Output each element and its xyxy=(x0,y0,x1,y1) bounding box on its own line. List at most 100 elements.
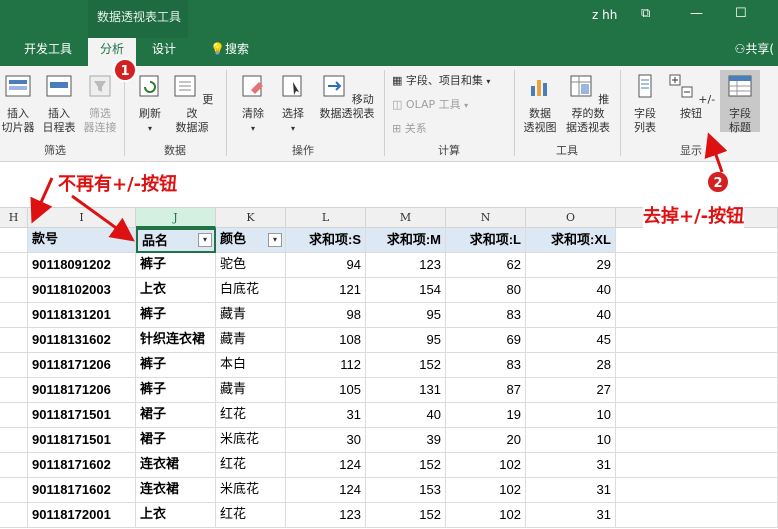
cell-sum-xl[interactable]: 27 xyxy=(526,378,616,403)
clear-button[interactable]: 清除 ▾ xyxy=(236,72,270,136)
empty-cell[interactable] xyxy=(616,378,778,403)
select-button[interactable]: 选择 ▾ xyxy=(276,72,310,136)
cell-kuanhao[interactable]: 90118091202 xyxy=(28,253,136,278)
tab-search[interactable]: 💡搜索 xyxy=(198,38,261,66)
column-header-o[interactable]: O xyxy=(526,208,616,228)
column-header-n[interactable]: N xyxy=(446,208,526,228)
cell-sum-l[interactable]: 19 xyxy=(446,403,526,428)
field-headers-toggle[interactable]: 字段 标题 xyxy=(720,70,760,134)
cell-kuanhao[interactable]: 90118171206 xyxy=(28,353,136,378)
empty-cell[interactable] xyxy=(0,478,28,503)
cell-sum-xl[interactable]: 31 xyxy=(526,453,616,478)
cell-sum-l[interactable]: 102 xyxy=(446,503,526,528)
minimize-button[interactable]: — xyxy=(690,6,703,21)
cell-sum-l[interactable]: 80 xyxy=(446,278,526,303)
pivot-chart-button[interactable]: 数据 透视图 xyxy=(520,72,560,135)
empty-cell[interactable] xyxy=(0,453,28,478)
user-name[interactable]: z hh xyxy=(592,8,617,22)
cell-kuanhao[interactable]: 90118131602 xyxy=(28,328,136,353)
cell-sum-l[interactable]: 83 xyxy=(446,353,526,378)
header-sum-xl[interactable]: 求和项:XL xyxy=(526,228,616,253)
pinming-filter-dropdown-icon[interactable]: ▾ xyxy=(198,233,212,247)
cell-yanse[interactable]: 藏青 xyxy=(216,303,286,328)
cell-pinming[interactable]: 连衣裙 xyxy=(136,478,216,503)
cell-yanse[interactable]: 米底花 xyxy=(216,428,286,453)
cell-sum-xl[interactable]: 45 xyxy=(526,328,616,353)
cell-pinming[interactable]: 裙子 xyxy=(136,428,216,453)
maximize-button[interactable]: ☐ xyxy=(735,6,747,21)
cell-sum-l[interactable]: 102 xyxy=(446,478,526,503)
empty-cell[interactable] xyxy=(0,428,28,453)
empty-cell[interactable] xyxy=(616,478,778,503)
empty-cell[interactable] xyxy=(616,428,778,453)
cell-kuanhao[interactable]: 90118171501 xyxy=(28,403,136,428)
cell-sum-m[interactable]: 40 xyxy=(366,403,446,428)
empty-cell[interactable] xyxy=(0,228,28,253)
column-header-i[interactable]: I xyxy=(28,208,136,228)
header-sum-m[interactable]: 求和项:M xyxy=(366,228,446,253)
column-header-m[interactable]: M xyxy=(366,208,446,228)
change-source-button[interactable]: 更改 数据源 xyxy=(170,72,214,135)
cell-kuanhao[interactable]: 90118131201 xyxy=(28,303,136,328)
cell-sum-xl[interactable]: 28 xyxy=(526,353,616,378)
cell-sum-xl[interactable]: 10 xyxy=(526,428,616,453)
empty-cell[interactable] xyxy=(0,303,28,328)
empty-cell[interactable] xyxy=(616,353,778,378)
cell-sum-s[interactable]: 123 xyxy=(286,503,366,528)
yanse-filter-dropdown-icon[interactable]: ▾ xyxy=(268,233,282,247)
restore-ribbon-icon[interactable]: ⧉ xyxy=(641,6,650,21)
column-header-l[interactable]: L xyxy=(286,208,366,228)
field-list-button[interactable]: 字段 列表 xyxy=(628,72,662,135)
column-header-h[interactable]: H xyxy=(0,208,28,228)
cell-sum-s[interactable]: 121 xyxy=(286,278,366,303)
empty-cell[interactable] xyxy=(616,278,778,303)
move-pivot-button[interactable]: 移动 数据透视表 xyxy=(314,72,380,121)
insert-slicer-button[interactable]: 插入 切片器 xyxy=(0,72,36,135)
cell-kuanhao[interactable]: 90118171206 xyxy=(28,378,136,403)
empty-cell[interactable] xyxy=(0,378,28,403)
cell-sum-l[interactable]: 102 xyxy=(446,453,526,478)
empty-cell[interactable] xyxy=(616,228,778,253)
cell-yanse[interactable]: 白底花 xyxy=(216,278,286,303)
empty-cell[interactable] xyxy=(616,503,778,528)
cell-pinming[interactable]: 裤子 xyxy=(136,303,216,328)
cell-sum-s[interactable]: 105 xyxy=(286,378,366,403)
fields-items-sets-button[interactable]: ▦ 字段、项目和集 ▾ xyxy=(392,72,490,88)
cell-yanse[interactable]: 藏青 xyxy=(216,328,286,353)
cell-sum-m[interactable]: 152 xyxy=(366,503,446,528)
cell-sum-xl[interactable]: 40 xyxy=(526,303,616,328)
cell-yanse[interactable]: 红花 xyxy=(216,403,286,428)
olap-tools-button[interactable]: ◫ OLAP 工具 ▾ xyxy=(392,96,468,112)
cell-yanse[interactable]: 红花 xyxy=(216,503,286,528)
share-button[interactable]: ⚇共享( xyxy=(735,38,778,60)
cell-sum-xl[interactable]: 10 xyxy=(526,403,616,428)
cell-sum-m[interactable]: 153 xyxy=(366,478,446,503)
cell-kuanhao[interactable]: 90118171602 xyxy=(28,453,136,478)
empty-cell[interactable] xyxy=(0,328,28,353)
recommended-pivot-button[interactable]: 推荐的数 据透视表 xyxy=(562,72,614,135)
plus-minus-buttons-toggle[interactable]: +/- 按钮 xyxy=(666,72,716,121)
cell-sum-l[interactable]: 20 xyxy=(446,428,526,453)
empty-cell[interactable] xyxy=(0,403,28,428)
cell-sum-xl[interactable]: 29 xyxy=(526,253,616,278)
cell-sum-xl[interactable]: 31 xyxy=(526,478,616,503)
header-kuanhao[interactable]: 款号 xyxy=(28,228,136,253)
empty-cell[interactable] xyxy=(0,278,28,303)
cell-sum-m[interactable]: 95 xyxy=(366,303,446,328)
cell-pinming[interactable]: 裤子 xyxy=(136,378,216,403)
cell-sum-s[interactable]: 94 xyxy=(286,253,366,278)
relationships-button[interactable]: ⊞ 关系 xyxy=(392,120,427,136)
cell-sum-m[interactable]: 131 xyxy=(366,378,446,403)
cell-sum-m[interactable]: 152 xyxy=(366,453,446,478)
cell-sum-s[interactable]: 30 xyxy=(286,428,366,453)
cell-sum-l[interactable]: 83 xyxy=(446,303,526,328)
cell-sum-s[interactable]: 108 xyxy=(286,328,366,353)
insert-timeline-button[interactable]: 插入 日程表 xyxy=(40,72,78,135)
cell-yanse[interactable]: 驼色 xyxy=(216,253,286,278)
cell-yanse[interactable]: 红花 xyxy=(216,453,286,478)
tab-design[interactable]: 设计 xyxy=(140,38,188,66)
cell-sum-m[interactable]: 95 xyxy=(366,328,446,353)
cell-yanse[interactable]: 藏青 xyxy=(216,378,286,403)
cell-sum-s[interactable]: 31 xyxy=(286,403,366,428)
cell-kuanhao[interactable]: 90118102003 xyxy=(28,278,136,303)
